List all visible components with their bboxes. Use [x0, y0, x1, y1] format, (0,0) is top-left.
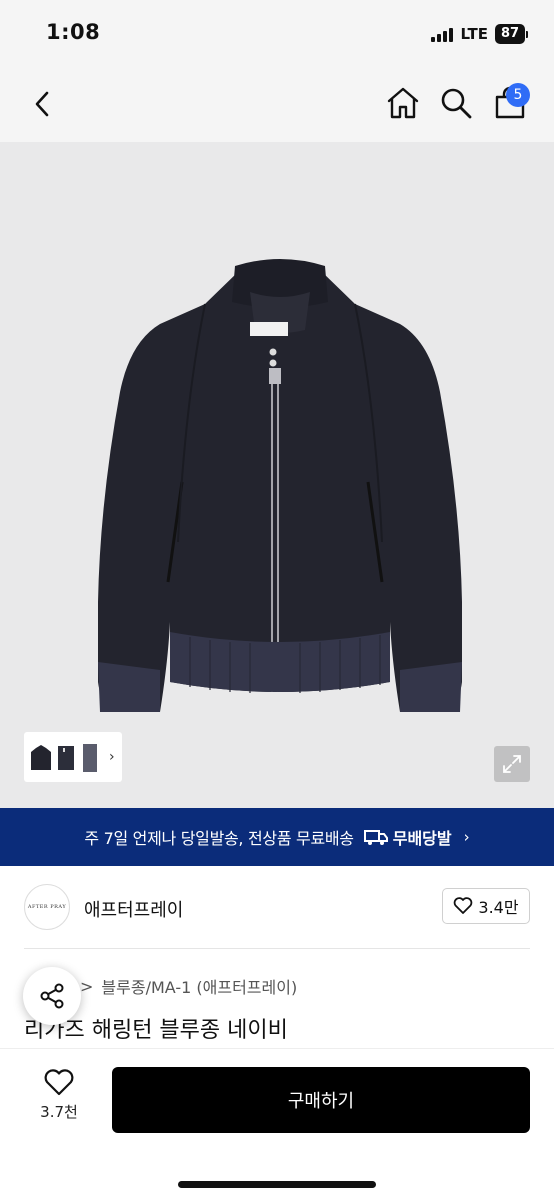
shop-like-button[interactable]: 3.4만 — [442, 888, 530, 924]
battery-icon: 87 — [495, 24, 528, 44]
heart-icon — [44, 1069, 74, 1096]
home-icon[interactable] — [386, 86, 420, 120]
breadcrumb-separator: > — [80, 976, 94, 996]
shop-name[interactable]: 애프터프레이 — [84, 896, 183, 922]
gallery-thumbnails[interactable]: › — [24, 732, 122, 782]
expand-icon — [503, 755, 521, 773]
search-icon[interactable] — [439, 86, 473, 120]
signal-icon — [431, 26, 454, 42]
shipping-banner-text: 주 7일 언제나 당일발송, 전상품 무료배송 — [84, 829, 354, 848]
chevron-left-icon — [35, 91, 49, 117]
back-button[interactable] — [26, 88, 58, 120]
shop-info: AFTER PRAY 애프터프레이 3.4만 — [24, 880, 530, 938]
product-jacket-image — [98, 259, 462, 712]
thumbnail-3[interactable] — [80, 738, 102, 776]
chevron-right-icon: › — [463, 828, 470, 846]
thumbnail-chevron[interactable]: › — [109, 749, 115, 765]
status-time: 1:08 — [46, 20, 101, 44]
shipping-brand-label: 무배당발 — [392, 829, 452, 848]
nav-bar — [0, 66, 554, 142]
shop-logo[interactable]: AFTER PRAY — [24, 884, 70, 930]
network-type: LTE — [460, 25, 488, 43]
shipping-brand: 무배당발 — [363, 825, 452, 849]
divider — [24, 948, 530, 949]
heart-icon — [454, 897, 473, 914]
thumbnail-2[interactable] — [55, 738, 77, 776]
wishlist-count: 3.7천 — [40, 1103, 78, 1121]
delivery-truck-icon — [363, 830, 388, 845]
shop-logo-text: AFTER PRAY — [27, 904, 67, 910]
product-image-gallery[interactable]: › — [0, 142, 554, 808]
bottom-action-bar: 3.7천 구매하기 — [0, 1048, 554, 1200]
expand-button[interactable] — [494, 746, 530, 782]
status-indicators: LTE 87 — [431, 24, 528, 44]
breadcrumb-category[interactable]: 블루종/MA-1 (애프터프레이) — [101, 974, 297, 998]
buy-button[interactable]: 구매하기 — [112, 1067, 530, 1133]
home-indicator — [178, 1181, 376, 1188]
cart-badge: 5 — [506, 83, 530, 107]
share-icon — [40, 983, 64, 1009]
thumbnail-1[interactable] — [30, 738, 52, 776]
battery-level: 87 — [495, 24, 525, 44]
shipping-banner[interactable]: 주 7일 언제나 당일발송, 전상품 무료배송 무배당발 › — [0, 808, 554, 866]
share-button[interactable] — [23, 967, 81, 1025]
wishlist-button[interactable]: 3.7천 — [30, 1069, 88, 1122]
status-bar: 1:08 LTE 87 — [0, 0, 554, 66]
shop-like-count: 3.4만 — [478, 898, 519, 917]
